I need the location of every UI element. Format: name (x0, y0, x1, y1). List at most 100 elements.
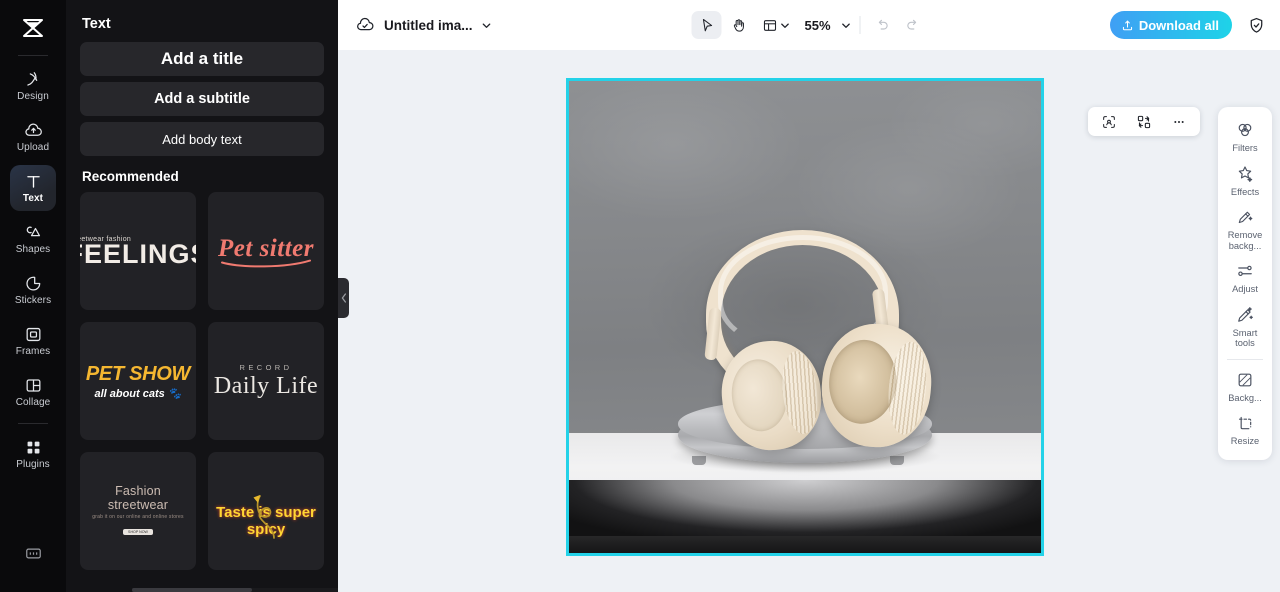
sidebar-item-label: Upload (16, 142, 50, 153)
keyboard-shortcuts-icon (24, 544, 43, 563)
sidebar-item-collage[interactable]: Collage (10, 369, 56, 415)
capcut-logo-icon[interactable] (13, 8, 53, 48)
tool-label: Filters (1232, 143, 1258, 153)
hand-tool-button[interactable] (723, 11, 753, 39)
canvas-floating-toolbar (1088, 107, 1200, 136)
template-art: Pet sitter (218, 235, 314, 268)
panel-scrollbar[interactable] (132, 588, 338, 592)
earcup-inner-right (824, 337, 900, 427)
sidebar-item-text[interactable]: Text (10, 165, 56, 211)
rail-divider-bottom (18, 423, 48, 424)
panel-scrollbar-thumb[interactable] (132, 588, 252, 592)
zoom-level-label[interactable]: 55% (804, 18, 830, 33)
redo-arrow-icon (907, 19, 917, 30)
download-export-icon (1122, 20, 1132, 30)
earcup-inner-left (728, 356, 792, 434)
document-title-caret[interactable] (481, 20, 492, 31)
more-options-button[interactable] (1165, 110, 1193, 133)
tool-smart-tools[interactable]: Smart tools (1220, 300, 1270, 354)
add-body-text-button[interactable]: Add body text (80, 122, 324, 156)
sidebar-item-upload[interactable]: Upload (10, 114, 56, 160)
cloud-saved-icon[interactable] (354, 14, 376, 36)
template-art: Taste is super spicy (216, 484, 316, 539)
text-t-icon (24, 172, 43, 191)
template-card-dailylife[interactable]: RECORD Daily Life (208, 322, 324, 440)
redo-button[interactable] (899, 11, 927, 39)
resize-crop-icon (1238, 416, 1252, 430)
tool-adjust[interactable]: Adjust (1220, 256, 1270, 300)
cutout-select-button[interactable] (1095, 110, 1123, 133)
hand-icon (733, 18, 744, 32)
canvas-selection-frame[interactable] (566, 78, 1044, 556)
add-subtitle-button[interactable]: Add a subtitle (80, 82, 324, 116)
shapes-icon (24, 223, 43, 242)
plugins-grid-icon (24, 438, 43, 457)
toolbar-right-group: Download all (1104, 11, 1270, 39)
select-tool-button[interactable] (691, 11, 722, 39)
sidebar-item-plugins[interactable]: Plugins (10, 431, 56, 477)
undo-arrow-icon (878, 19, 888, 30)
layout-panel-icon (763, 19, 777, 31)
sidebar-item-stickers[interactable]: Stickers (10, 267, 56, 313)
tool-label: Remove backg... (1227, 230, 1263, 251)
text-panel: Text Add a title Add a subtitle Add body… (66, 0, 338, 592)
template-card-feelings[interactable]: streetwear fashion FEELINGS ES24 (80, 192, 196, 310)
canvas-image[interactable] (569, 81, 1041, 553)
replace-image-button[interactable] (1130, 110, 1158, 133)
right-tools-panel: Filters Effects Remove backg... Adjust S… (1218, 107, 1272, 460)
sidebar-item-shapes[interactable]: Shapes (10, 216, 56, 262)
more-horizontal-icon (1173, 120, 1184, 123)
turntable-foot-right (889, 456, 904, 466)
sidebar-item-label: Design (17, 91, 49, 102)
template-art: Fashion streetwear grab it on our online… (80, 484, 196, 538)
tool-remove-background[interactable]: Remove backg... (1220, 202, 1270, 256)
toolbar-center-group: 55% (691, 11, 926, 39)
design-icon (24, 70, 43, 89)
chevron-down-icon (842, 22, 850, 28)
tool-background[interactable]: Backg... (1220, 365, 1270, 409)
template-card-fashion[interactable]: Fashion streetwear grab it on our online… (80, 452, 196, 570)
sidebar-item-label: Text (22, 193, 44, 204)
tool-effects[interactable]: Effects (1220, 159, 1270, 203)
collage-icon (24, 376, 43, 395)
tools-divider (1227, 358, 1263, 360)
image-table-edge (569, 479, 1041, 537)
download-all-label: Download all (1138, 17, 1219, 33)
template-headline: Daily Life (213, 372, 319, 399)
security-shield-button[interactable] (1242, 11, 1270, 39)
layout-menu[interactable] (761, 17, 790, 34)
adjust-sliders-icon (1238, 265, 1252, 277)
download-all-button[interactable]: Download all (1109, 11, 1232, 39)
document-title[interactable]: Untitled ima... (384, 18, 473, 33)
keyboard-shortcuts-button[interactable] (10, 530, 56, 576)
template-art: RECORD Daily Life (214, 363, 318, 400)
chevron-down-icon (482, 22, 490, 28)
app-root: Design Upload Text Shapes Stickers Frame… (0, 0, 1280, 592)
template-headline: PET SHOW (85, 362, 191, 385)
sidebar-item-label: Plugins (16, 459, 50, 470)
tool-filters[interactable]: Filters (1220, 115, 1270, 159)
template-subline: grab it on our online and online stores (92, 514, 184, 520)
sidebar-item-label: Stickers (14, 295, 52, 306)
left-sidebar: Design Upload Text Shapes Stickers Frame… (0, 0, 66, 592)
tool-label: Smart tools (1232, 327, 1258, 349)
sidebar-item-design[interactable]: Design (10, 63, 56, 109)
sticker-icon (24, 274, 43, 293)
tool-label: Effects (1230, 186, 1260, 197)
undo-button[interactable] (869, 11, 897, 39)
sidebar-item-frames[interactable]: Frames (10, 318, 56, 364)
canvas-stage: Filters Effects Remove backg... Adjust S… (338, 50, 1280, 592)
template-card-petshow[interactable]: PET SHOW all about cats 🐾 (80, 322, 196, 440)
frame-icon (24, 325, 43, 344)
template-card-spicy[interactable]: Taste is super spicy (208, 452, 324, 570)
template-card-petsitter[interactable]: Pet sitter (208, 192, 324, 310)
template-kicker: RECORD (239, 362, 293, 372)
template-art: streetwear fashion FEELINGS ES24 (80, 236, 196, 268)
panel-collapse-handle[interactable] (338, 278, 349, 318)
tool-resize[interactable]: Resize (1220, 408, 1270, 452)
zoom-menu-caret[interactable] (841, 20, 852, 31)
remove-background-wand-icon (1238, 211, 1253, 224)
paw-print-icon: 🐾 (167, 387, 182, 400)
add-title-button[interactable]: Add a title (80, 42, 324, 76)
swap-replace-icon (1137, 115, 1151, 128)
